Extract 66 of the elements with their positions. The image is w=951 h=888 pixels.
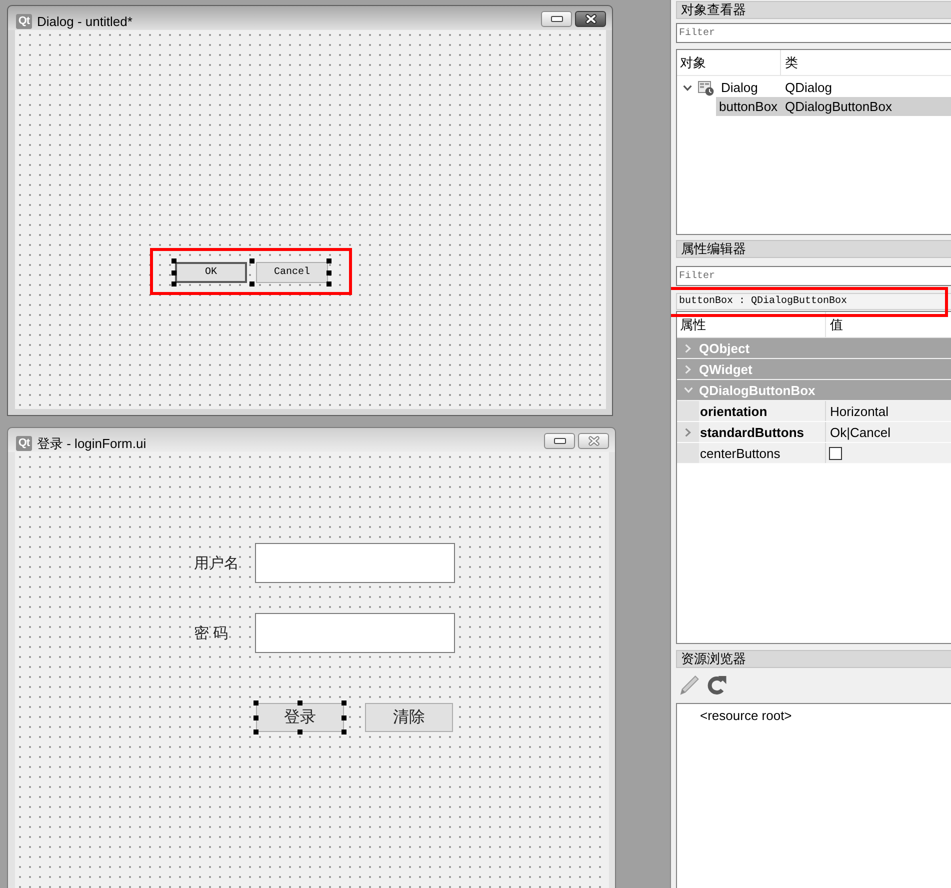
resize-handle[interactable] — [342, 700, 346, 706]
minimize-icon — [554, 438, 566, 444]
tree-item[interactable]: Dialog QDialog — [677, 78, 951, 97]
object-name: buttonBox — [719, 99, 778, 114]
chevron-right-icon[interactable] — [685, 428, 691, 436]
resize-handle[interactable] — [326, 282, 332, 286]
dialog-button[interactable]: OK — [175, 262, 247, 283]
property-row[interactable]: orientation Horizontal — [677, 401, 951, 422]
tree-item[interactable]: buttonBox QDialogButtonBox — [716, 97, 951, 116]
resize-handle[interactable] — [342, 715, 346, 720]
close-button[interactable] — [575, 11, 606, 27]
dock-title: 对象查看器 — [676, 1, 951, 19]
window-title: 登录 - loginForm.ui — [37, 436, 146, 451]
form-button[interactable]: 登录 — [256, 703, 344, 732]
resize-handle[interactable] — [298, 730, 302, 734]
property-value: Horizontal — [829, 404, 889, 418]
tree-item[interactable]: <resource root> — [700, 706, 792, 725]
pencil-icon[interactable] — [680, 675, 699, 695]
minimize-icon — [550, 16, 562, 22]
column-header: 值 — [829, 316, 843, 334]
resize-handle[interactable] — [254, 715, 258, 720]
class-name: QDialog — [784, 80, 832, 95]
resize-handle[interactable] — [172, 258, 176, 264]
resize-handle[interactable] — [172, 270, 176, 275]
minimize-button[interactable] — [541, 11, 572, 27]
property-value: Ok|Cancel — [829, 424, 890, 440]
resize-handle[interactable] — [326, 258, 332, 264]
resize-handle[interactable] — [298, 700, 302, 706]
class-name: QDialogButtonBox — [784, 99, 892, 114]
close-icon — [588, 436, 600, 446]
dialog-button[interactable]: Cancel — [256, 262, 328, 283]
property-row[interactable]: standardButtons Ok|Cancel — [677, 422, 951, 443]
checkbox[interactable] — [829, 446, 842, 460]
minimize-button[interactable] — [544, 433, 575, 449]
resize-handle[interactable] — [254, 700, 258, 706]
property-name: orientation — [700, 404, 768, 418]
resize-handle[interactable] — [249, 258, 254, 264]
resize-handle[interactable] — [172, 282, 176, 286]
resize-handle[interactable] — [254, 730, 258, 734]
resize-handle[interactable] — [342, 730, 346, 734]
field-label: 用户名 — [194, 554, 239, 572]
dock-title: 资源浏览器 — [676, 650, 951, 668]
property-name: standardButtons — [700, 424, 804, 440]
input-field[interactable] — [255, 613, 455, 653]
object-name: Dialog — [721, 80, 758, 95]
column-header: 对象 — [677, 50, 781, 75]
property-name: centerButtons — [700, 446, 780, 460]
form-button[interactable]: 清除 — [365, 703, 453, 732]
filter-field[interactable]: Filter — [676, 266, 951, 286]
dock-title: 属性编辑器 — [676, 240, 951, 258]
input-field[interactable] — [255, 543, 455, 583]
property-row[interactable]: centerButtons — [677, 443, 951, 464]
form-icon — [698, 80, 714, 96]
object-label: buttonBox : QDialogButtonBox — [679, 296, 848, 307]
refresh-icon[interactable] — [707, 676, 727, 694]
filter-field[interactable]: Filter — [676, 23, 951, 43]
close-icon — [584, 14, 596, 24]
window-title: Dialog - untitled* — [37, 14, 132, 29]
app-logo: Qt — [16, 14, 32, 29]
resize-handle[interactable] — [326, 270, 332, 275]
resize-handle[interactable] — [249, 282, 254, 286]
chevron-down-icon[interactable] — [683, 84, 692, 90]
field-label: 密 码 — [194, 624, 228, 642]
column-header: 属性 — [677, 312, 826, 337]
column-header: 类 — [784, 54, 798, 72]
app-logo: Qt — [16, 436, 32, 451]
